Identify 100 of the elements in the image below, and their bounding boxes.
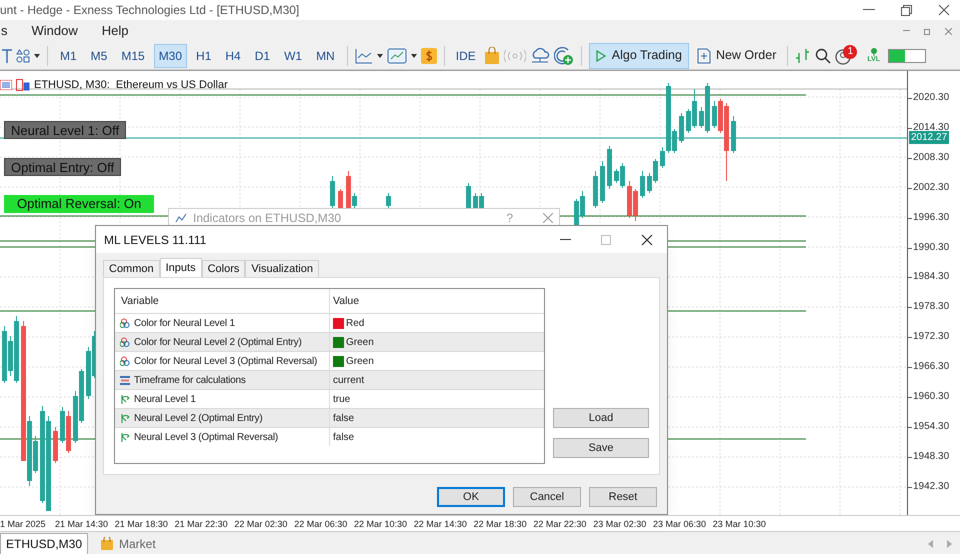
candle	[53, 426, 58, 464]
line-chart-icon[interactable]	[354, 48, 373, 64]
time-label: 22 Mar 06:30	[294, 518, 348, 531]
chart-title: ETHUSD, M30: Ethereum vs US Dollar	[34, 78, 228, 93]
shopping-bag-icon[interactable]	[484, 46, 500, 64]
side-button[interactable]: Save	[553, 438, 649, 458]
time-label: 21 Mar 14:30	[55, 518, 108, 531]
caret-icon[interactable]	[34, 54, 40, 58]
table-cell-text: Neural Level 2 (Optimal Entry)	[134, 412, 262, 426]
chart-window-icon[interactable]	[386, 48, 407, 64]
list-icon[interactable]	[0, 80, 12, 90]
minimize-icon[interactable]	[863, 9, 875, 11]
price-label: 2020.30	[913, 92, 950, 104]
table-cell-text: Color for Neural Level 1	[134, 316, 235, 330]
indicator-icon	[175, 212, 187, 222]
timeframe-button[interactable]: W1	[279, 44, 308, 68]
palette-icon	[120, 336, 130, 348]
price-label: 1978.30	[913, 301, 950, 314]
user-icon[interactable]	[835, 48, 852, 64]
candle	[330, 176, 335, 208]
price-label: 1990.30	[913, 242, 950, 254]
menu-item[interactable]: Help	[100, 21, 130, 41]
time-label: 23 Mar 02:30	[593, 518, 646, 531]
dialog-title: ML LEVELS 11.111	[104, 232, 206, 248]
search-icon[interactable]	[815, 48, 832, 64]
status-label: Optimal Reversal: On	[4, 195, 154, 213]
table-cell-text: Green	[346, 336, 374, 350]
candle	[640, 170, 645, 198]
table-cell-text: Color for Neural Level 3 (Optimal Reversal)	[134, 354, 318, 368]
dialog-button[interactable]: Reset	[589, 487, 657, 507]
radar-icon[interactable]	[554, 46, 574, 66]
caret-icon[interactable]	[410, 54, 417, 58]
dialog-button[interactable]: OK	[437, 487, 505, 507]
minimize-icon[interactable]	[560, 238, 571, 240]
timeframe-button[interactable]: M15	[116, 44, 150, 68]
time-label: 1 Mar 2025	[0, 518, 46, 531]
tree-icon[interactable]	[870, 48, 878, 56]
price-label: 1984.30	[913, 271, 950, 284]
chart-symbol-icon[interactable]	[16, 79, 30, 92]
price-label: 1996.30	[913, 212, 950, 224]
tab[interactable]: Colors	[202, 260, 246, 277]
table-cell-text: Neural Level 1	[134, 392, 196, 406]
tab[interactable]: Visualization	[245, 260, 319, 277]
algo-trading-button[interactable]: Algo Trading	[588, 42, 689, 68]
table-cell-text: Timeframe for calculations	[134, 374, 246, 388]
bottom-tab[interactable]: ETHUSD,M30	[0, 533, 88, 554]
caret-icon[interactable]	[376, 54, 383, 58]
timeframe-button[interactable]: H4	[220, 44, 246, 68]
notification-badge: 1	[843, 44, 858, 58]
branch-arrow-icon	[120, 394, 130, 404]
time-label: 21 Mar 18:30	[114, 518, 168, 531]
side-button[interactable]: Load	[553, 408, 649, 428]
dialog-button[interactable]: Cancel	[513, 487, 581, 507]
restore-icon[interactable]	[924, 28, 931, 34]
timeframe-button[interactable]: H1	[191, 44, 216, 68]
tab[interactable]: Common	[103, 260, 160, 277]
table-cell-text: false	[333, 412, 354, 426]
table-cell-text: Green	[346, 354, 374, 368]
close-icon[interactable]	[938, 4, 950, 16]
table-cell-text: Neural Level 3 (Optimal Reversal)	[134, 430, 278, 444]
table-cell-text: Color for Neural Level 2 (Optimal Entry)	[134, 336, 302, 350]
column-header: Value	[332, 294, 360, 309]
bottom-tab[interactable]: Market	[96, 533, 161, 554]
palette-icon	[120, 318, 130, 328]
price-label: 2014.30	[913, 122, 950, 133]
tab[interactable]: Inputs	[160, 258, 202, 277]
timeframe-button[interactable]: MN	[311, 44, 340, 68]
price-label: 2008.30	[913, 152, 950, 164]
restore-icon[interactable]	[901, 4, 912, 16]
timeframe-button[interactable]: D1	[250, 44, 276, 68]
level-meter	[888, 48, 926, 62]
table-cell-text: true	[333, 392, 350, 406]
dollar-icon[interactable]	[420, 48, 437, 64]
text-tool-icon[interactable]	[2, 48, 12, 62]
time-label: 22 Mar 22:30	[533, 518, 586, 531]
candle	[600, 160, 605, 204]
menu-item[interactable]: Window	[30, 21, 79, 41]
price-label: 1954.30	[913, 420, 950, 433]
close-icon[interactable]	[641, 234, 653, 246]
timeframe-button[interactable]: M5	[86, 44, 112, 68]
candle	[593, 170, 598, 208]
status-label: Optimal Entry: Off	[4, 158, 122, 176]
new-order-button[interactable]: New Order	[692, 42, 780, 68]
table-cell-text: Red	[346, 316, 364, 330]
palette-icon	[120, 356, 130, 366]
cloud-icon[interactable]	[530, 48, 550, 64]
shapes-icon[interactable]	[16, 48, 30, 62]
candle	[679, 112, 684, 144]
timeframe-button[interactable]: M1	[55, 44, 82, 68]
timeframe-button[interactable]: M30	[154, 44, 188, 68]
price-label: 1972.30	[913, 331, 950, 344]
time-label: 23 Mar 10:30	[712, 518, 766, 531]
time-label: 22 Mar 18:30	[474, 518, 527, 531]
play-icon	[596, 50, 606, 62]
table-cell-text: false	[333, 430, 354, 444]
candle	[386, 192, 391, 208]
ide-button[interactable]: IDE	[452, 44, 480, 68]
branch-arrow-icon	[120, 412, 130, 424]
add-document-icon	[696, 48, 711, 64]
menu-item[interactable]: s	[0, 21, 8, 41]
